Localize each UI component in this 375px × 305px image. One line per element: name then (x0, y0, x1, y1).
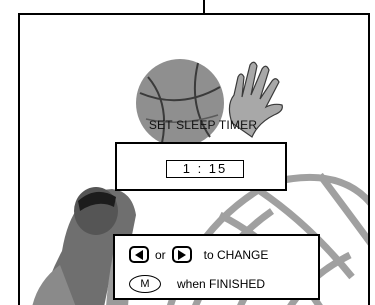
instruction-change-label: to CHANGE (203, 247, 269, 262)
right-key-button[interactable] (171, 246, 192, 263)
screen-frame: SET SLEEP TIMER 1 : 15 or to CHANGE M wh… (18, 13, 370, 305)
left-key-button[interactable] (129, 246, 149, 263)
instructions-panel: or to CHANGE M when FINISHED (113, 234, 320, 300)
left-arrow-icon (135, 249, 143, 260)
screen-title: SET SLEEP TIMER (148, 118, 258, 132)
instruction-finish-row: M when FINISHED (129, 275, 265, 293)
instruction-separator: or (155, 247, 166, 262)
sleep-timer-value[interactable]: 1 : 15 (166, 160, 244, 178)
instruction-change-row: or to CHANGE (129, 246, 268, 263)
instruction-finished-label: when FINISHED (177, 277, 266, 291)
m-key-button[interactable]: M (129, 275, 161, 293)
basketball-graphic (136, 59, 224, 147)
timer-panel: 1 : 15 (115, 142, 287, 191)
right-arrow-icon (177, 249, 186, 260)
